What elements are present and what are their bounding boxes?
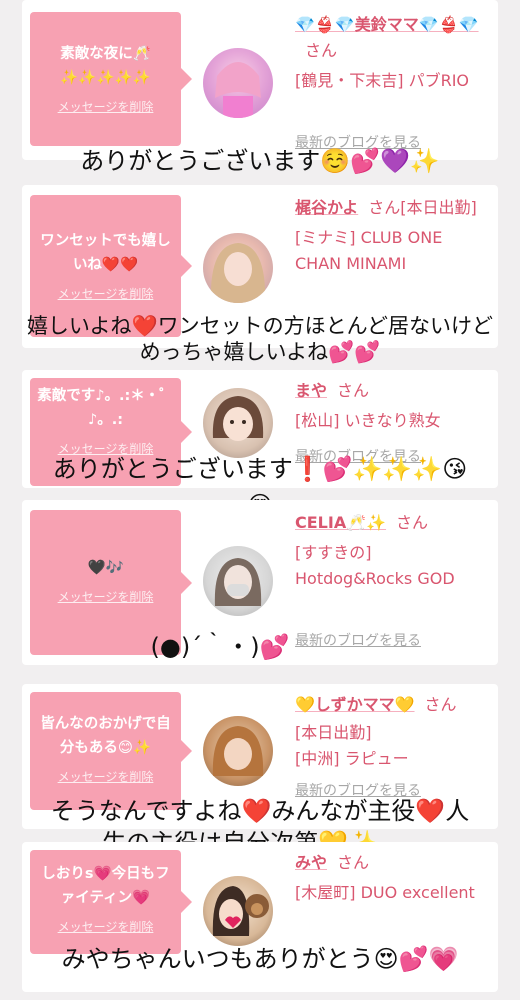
comment-overlay: ありがとうございます❗️💕✨✨✨😘 <box>52 455 468 483</box>
cast-name-link[interactable]: CELIA🥂✨ <box>295 513 386 532</box>
honorific: さん <box>424 695 457 714</box>
shop-name: [松山] いきなり熟女 <box>295 411 441 430</box>
delete-message-link[interactable]: メッセージを削除 <box>36 918 175 935</box>
delete-message-link[interactable]: メッセージを削除 <box>36 588 175 605</box>
cast-info: みや さん [木屋町] DUO excellent <box>295 850 491 906</box>
cast-name-link[interactable]: 梶谷かよ <box>295 198 358 217</box>
honorific: さん <box>305 41 338 60</box>
avatar-photo-icon <box>210 243 266 303</box>
avatar-photo-icon <box>212 886 269 936</box>
comment-overlay: (●)´｀・)💕 <box>150 633 290 661</box>
cast-name-link[interactable]: 💛しずかママ💛 <box>295 695 415 714</box>
message-bubble: 皆んなのおかげで自分もある😊✨ メッセージを削除 <box>30 692 192 810</box>
honorific: さん <box>337 381 370 400</box>
message-bubble: しおりs💗今日もファイティン💗 メッセージを削除 <box>30 850 192 954</box>
message-text: 素敵な夜に🥂✨✨✨✨✨ <box>60 46 151 86</box>
message-text: 🖤🎶 <box>87 560 124 576</box>
cast-name-link[interactable]: まや <box>295 381 327 400</box>
message-text: 皆んなのおかげで自分もある😊✨ <box>40 716 171 756</box>
message-card: 素敵な夜に🥂✨✨✨✨✨ メッセージを削除 💎👙💎美鈴ママ💎👙💎 さん [鶴見・下末… <box>22 0 498 160</box>
shop-name: [中洲] ラピュー <box>295 749 409 768</box>
comment-overlay: みやちゃんいつもありがとう😍💕💗 <box>61 945 459 973</box>
cast-info: 💎👙💎美鈴ママ💎👙💎 さん [鶴見・下末吉] パブRIO <box>295 12 491 94</box>
cast-info: まや さん [松山] いきなり熟女 <box>295 378 491 434</box>
shop-name: [木屋町] DUO excellent <box>295 883 475 902</box>
delete-message-link[interactable]: メッセージを削除 <box>36 768 175 785</box>
cast-info: 💛しずかママ💛 さん [本日出勤] [中洲] ラピュー <box>295 692 491 772</box>
cast-name-link[interactable]: みや <box>295 853 327 872</box>
comment-overlay: そうなんですよね❤️みんなが主役❤️人 <box>50 797 470 825</box>
comment-overlay: 嬉しいよね❤️ワンセットの方ほとんど居ないけど <box>26 314 494 338</box>
cast-info: CELIA🥂✨ さん [すすきの] Hotdog&Rocks GOD <box>295 510 491 592</box>
cast-name-link[interactable]: 💎👙💎美鈴ママ💎👙💎 <box>295 15 479 34</box>
shop-name: [ミナミ] CLUB ONE CHAN MINAMI <box>295 228 443 273</box>
shop-name: [すすきの] Hotdog&Rocks GOD <box>295 543 455 588</box>
comment-overlay: めっちゃ嬉しいよね💕💕 <box>139 340 381 364</box>
avatar-photo-icon <box>212 726 264 776</box>
comment-overlay: ありがとうございます☺️💕💜✨ <box>80 147 440 175</box>
cast-info: 梶谷かよ さん[本日出勤] [ミナミ] CLUB ONE CHAN MINAMI <box>295 195 491 277</box>
message-text: ワンセットでも嬉しいね❤️❤️ <box>40 233 171 273</box>
avatar[interactable] <box>203 233 273 303</box>
delete-message-link[interactable]: メッセージを削除 <box>36 98 175 115</box>
message-text: 素敵です♪。.:＊・゜♪。.: <box>37 388 174 428</box>
avatar-photo-icon <box>214 558 262 606</box>
avatar[interactable] <box>203 716 273 786</box>
shop-name: [鶴見・下末吉] パブRIO <box>295 71 470 90</box>
avatar-photo-icon <box>215 62 261 118</box>
avatar[interactable] <box>203 546 273 616</box>
avatar-photo-icon <box>212 396 264 441</box>
status-text: [本日出勤] <box>295 723 372 742</box>
avatar[interactable] <box>203 48 273 118</box>
honorific: さん[本日出勤] <box>368 198 477 217</box>
avatar[interactable] <box>203 388 273 458</box>
avatar[interactable] <box>203 876 273 946</box>
honorific: さん <box>396 513 429 532</box>
honorific: さん <box>337 853 370 872</box>
message-bubble: 素敵な夜に🥂✨✨✨✨✨ メッセージを削除 <box>30 12 192 146</box>
delete-message-link[interactable]: メッセージを削除 <box>36 285 175 302</box>
message-text: しおりs💗今日もファイティン💗 <box>41 866 170 906</box>
